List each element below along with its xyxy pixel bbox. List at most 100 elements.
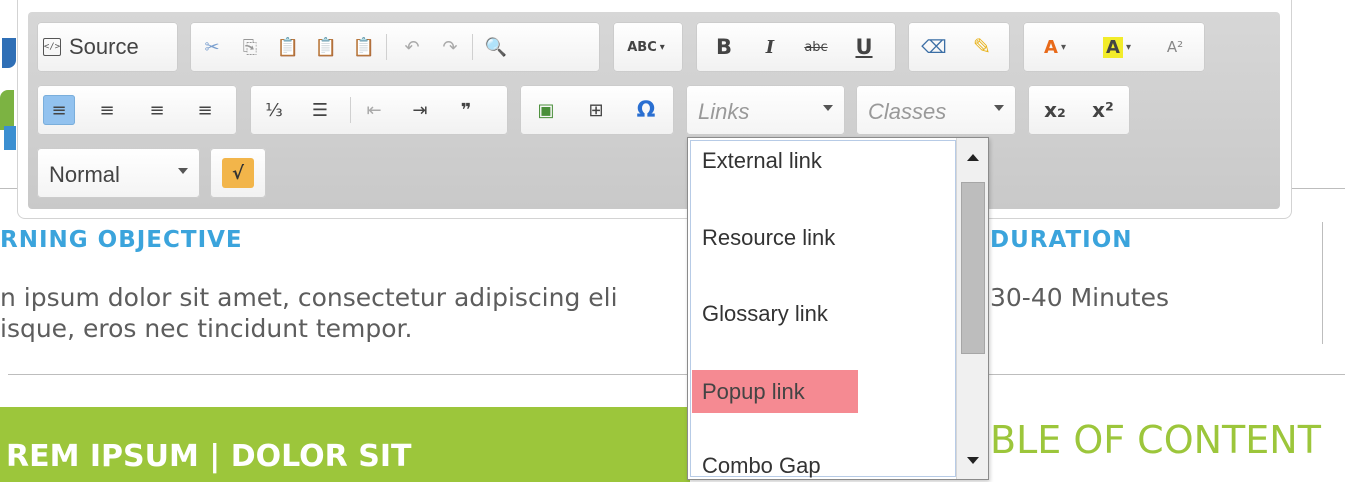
outdent-button[interactable]: ⇤	[358, 95, 390, 125]
toolbar-group-basic-styles: B I abc U	[696, 22, 896, 72]
undo-button[interactable]: ↶	[396, 32, 428, 62]
copy-button[interactable]: ⎘	[234, 32, 266, 62]
toolbar-group-cleanup: ⌫ ✎	[908, 22, 1010, 72]
blockquote-button[interactable]: ❞	[450, 95, 482, 125]
arrow-up-icon	[967, 153, 979, 161]
font-size-icon: A²	[1166, 38, 1184, 56]
numbered-list-button[interactable]: ⅓	[258, 95, 290, 125]
underline-button[interactable]: U	[848, 32, 880, 62]
chevron-down-icon: ▾	[1125, 41, 1131, 53]
eraser-icon: ⌫	[921, 36, 947, 58]
chevron-down-icon	[823, 105, 833, 111]
source-button[interactable]: </> Source	[43, 32, 139, 62]
format-combo-value: Normal	[49, 162, 120, 187]
insert-table-button[interactable]: ⊞	[580, 95, 612, 125]
paste-icon: 📋	[276, 36, 300, 58]
dropdown-scrollbar[interactable]	[956, 138, 988, 479]
links-combo-value: Links	[698, 99, 750, 124]
underline-icon: U	[855, 35, 873, 59]
image-icon: ▣	[537, 99, 555, 121]
bullet-list-icon: ☰	[311, 99, 329, 121]
format-combo[interactable]: Normal	[37, 148, 200, 198]
duration-heading: DURATION	[990, 227, 1133, 253]
section-banner: REM IPSUM | DOLOR SIT	[0, 407, 690, 482]
link-option-combo-gap[interactable]: Combo Gap	[692, 446, 858, 479]
paste-text-icon: 📋	[314, 36, 338, 58]
align-right-button[interactable]: ≡	[141, 95, 173, 125]
superscript-icon: x²	[1092, 98, 1114, 122]
link-option-glossary[interactable]: Glossary link	[692, 294, 858, 334]
subscript-button[interactable]: x₂	[1034, 95, 1076, 125]
section-banner-title: REM IPSUM | DOLOR SIT	[6, 439, 412, 474]
strikethrough-button[interactable]: abc	[800, 32, 832, 62]
chevron-down-icon: ▾	[1060, 41, 1066, 53]
duration-value: 30-40 Minutes	[990, 283, 1170, 312]
toolbar-group-math: √	[210, 148, 266, 198]
text-color-button[interactable]: A ▾	[1031, 32, 1079, 62]
numbered-list-icon: ⅓	[265, 99, 283, 121]
insert-image-button[interactable]: ▣	[530, 95, 562, 125]
remove-format-button[interactable]: ⌫	[918, 32, 950, 62]
background-color-icon: A	[1103, 36, 1123, 58]
redo-icon: ↷	[442, 36, 458, 58]
learning-objective-text-line-2: isque, eros nec tincidunt tempor.	[0, 314, 413, 343]
bold-icon: B	[715, 35, 732, 59]
blockquote-icon: ❞	[460, 99, 472, 121]
toolbar-separator	[472, 34, 473, 60]
source-icon: </>	[43, 38, 61, 56]
bold-button[interactable]: B	[708, 32, 740, 62]
math-formula-button[interactable]: √	[222, 158, 254, 188]
toolbar-group-colors: A ▾ A ▾ A²	[1023, 22, 1205, 72]
chevron-down-icon	[178, 168, 188, 174]
link-option-external[interactable]: External link	[692, 141, 858, 181]
omega-icon: Ω	[636, 97, 656, 123]
bullet-list-button[interactable]: ☰	[304, 95, 336, 125]
redo-button[interactable]: ↷	[434, 32, 466, 62]
arrow-down-icon	[967, 456, 979, 464]
indent-button[interactable]: ⇥	[404, 95, 436, 125]
subscript-icon: x₂	[1044, 98, 1066, 122]
toolbar-group-insert: ▣ ⊞ Ω	[520, 85, 674, 135]
paste-text-button[interactable]: 📋	[310, 32, 342, 62]
paste-button[interactable]: 📋	[272, 32, 304, 62]
toolbar-group-alignment: ≡ ≡ ≡ ≡	[37, 85, 237, 135]
indent-icon: ⇥	[412, 99, 428, 121]
justify-button[interactable]: ≡	[189, 95, 221, 125]
strikethrough-icon: abc	[804, 39, 828, 55]
spellcheck-icon: ABC	[627, 39, 657, 55]
square-root-icon: √	[231, 162, 244, 184]
copy-icon: ⎘	[242, 36, 258, 58]
link-option-popup[interactable]: Popup link	[692, 370, 858, 413]
special-character-button[interactable]: Ω	[630, 95, 662, 125]
toolbar-group-script: x₂ x²	[1028, 85, 1130, 135]
scroll-down-button[interactable]	[957, 441, 988, 479]
align-left-icon: ≡	[51, 99, 67, 121]
align-center-icon: ≡	[99, 99, 115, 121]
learning-objective-heading: RNING OBJECTIVE	[0, 227, 243, 253]
classes-combo[interactable]: Classes	[856, 85, 1016, 135]
spellcheck-button[interactable]: ABC ▾	[621, 32, 671, 62]
text-color-icon: A	[1044, 36, 1058, 58]
toolbar-group-clipboard: ✂ ⎘ 📋 📋 📋 ↶ ↷ 🔍	[190, 22, 600, 72]
paste-from-word-icon: 📋	[352, 36, 376, 58]
italic-button[interactable]: I	[754, 32, 786, 62]
scroll-up-button[interactable]	[957, 138, 988, 176]
binoculars-icon: 🔍	[484, 36, 508, 58]
links-combo[interactable]: Links	[686, 85, 845, 135]
source-label: Source	[69, 34, 139, 59]
cut-button[interactable]: ✂	[196, 32, 228, 62]
chevron-down-icon	[994, 105, 1004, 111]
find-button[interactable]: 🔍	[480, 32, 512, 62]
align-left-button[interactable]: ≡	[43, 95, 75, 125]
paste-from-word-button[interactable]: 📋	[348, 32, 380, 62]
superscript-button[interactable]: x²	[1082, 95, 1124, 125]
toolbar-separator	[350, 97, 351, 123]
font-size-button[interactable]: A²	[1155, 32, 1195, 62]
align-center-button[interactable]: ≡	[91, 95, 123, 125]
link-option-resource[interactable]: Resource link	[692, 218, 858, 258]
classes-combo-value: Classes	[868, 99, 947, 124]
background-color-button[interactable]: A ▾	[1093, 32, 1141, 62]
scrollbar-thumb[interactable]	[961, 182, 985, 354]
learning-objective-text-line-1: n ipsum dolor sit amet, consectetur adip…	[0, 283, 618, 312]
highlight-tool-button[interactable]: ✎	[966, 32, 998, 62]
